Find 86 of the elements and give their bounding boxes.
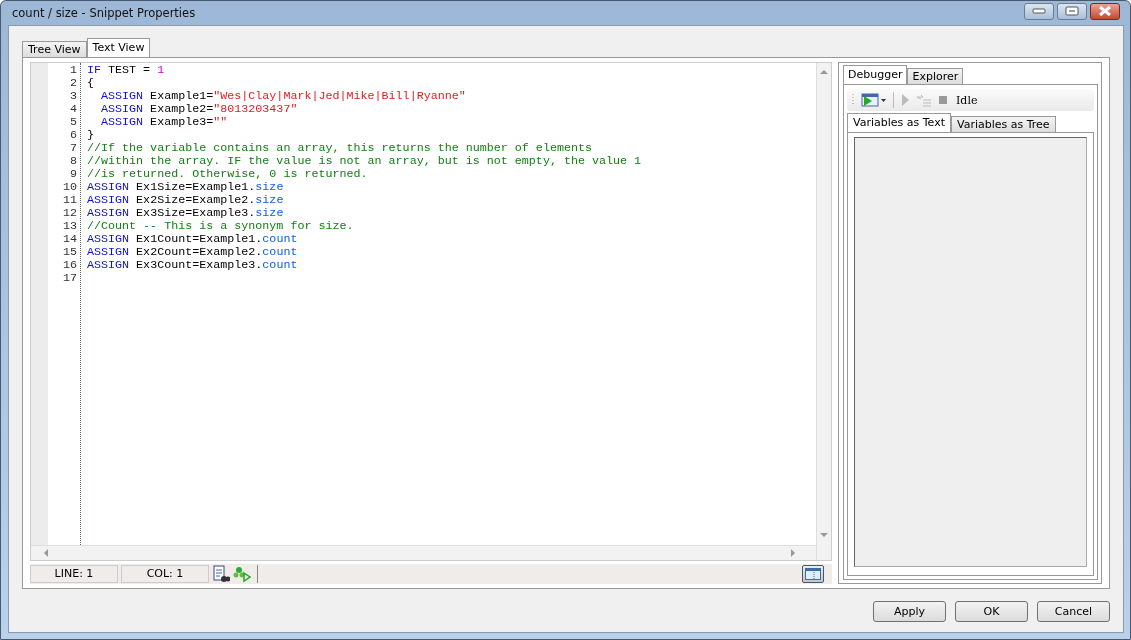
code-token: count bbox=[262, 258, 298, 272]
code-token: Ex3Size=Example3. bbox=[135, 206, 256, 220]
code-token: "8013203437" bbox=[213, 102, 298, 116]
code-token: //within the array. IF the value is not an array, but is not empty, the value 1 bbox=[87, 154, 642, 168]
layout-toggle-button[interactable] bbox=[802, 565, 824, 583]
code-token: count bbox=[262, 232, 298, 246]
code-token: //If the variable contains an array, this returns the number of elements bbox=[87, 141, 592, 155]
close-button[interactable] bbox=[1090, 2, 1120, 20]
code-token: ASSIGN bbox=[87, 258, 130, 272]
code-token: TEST = bbox=[107, 63, 152, 77]
maximize-button[interactable] bbox=[1057, 2, 1087, 20]
code-token: Ex3Count=Example3. bbox=[135, 258, 263, 272]
stop-icon[interactable] bbox=[938, 95, 948, 105]
run-window-icon bbox=[861, 92, 887, 108]
view-tab[interactable]: Tree View bbox=[22, 41, 87, 57]
side-tab[interactable]: Explorer bbox=[907, 68, 964, 84]
line-number: 9 bbox=[69, 168, 78, 181]
variables-tab[interactable]: Variables as Text bbox=[847, 113, 951, 132]
minimize-icon bbox=[1032, 8, 1046, 14]
window-title: count / size - Snippet Properties bbox=[12, 6, 197, 20]
dialog-button[interactable]: OK bbox=[955, 601, 1028, 622]
code-token: IF bbox=[87, 63, 102, 77]
code-token: ASSIGN bbox=[87, 193, 130, 207]
line-indicator: LINE: 1 bbox=[30, 565, 118, 583]
code-token: count bbox=[262, 245, 298, 259]
scroll-right-icon[interactable] bbox=[790, 549, 796, 557]
horizontal-scrollbar[interactable] bbox=[31, 545, 816, 560]
scroll-down-icon[interactable] bbox=[820, 532, 828, 538]
line-number: 15 bbox=[61, 246, 78, 259]
code-token: Example1= bbox=[149, 89, 214, 103]
code-token: ASSIGN bbox=[87, 180, 130, 194]
line-number: 16 bbox=[61, 259, 78, 272]
run-dropdown-button[interactable] bbox=[861, 92, 887, 108]
line-number: 11 bbox=[61, 194, 78, 207]
code-token: Ex1Size=Example1. bbox=[135, 180, 256, 194]
line-number: 17 bbox=[61, 272, 78, 285]
variables-tab[interactable]: Variables as Tree bbox=[951, 116, 1056, 132]
step-icon[interactable] bbox=[916, 93, 932, 107]
line-number: 12 bbox=[61, 207, 78, 220]
line-number: 8 bbox=[69, 155, 78, 168]
line-number: 5 bbox=[69, 116, 78, 129]
code-token: size bbox=[255, 180, 284, 194]
debugger-status: Idle bbox=[956, 93, 978, 107]
code-token: Ex2Count=Example2. bbox=[135, 245, 263, 259]
code-token: size bbox=[255, 206, 284, 220]
scroll-left-icon[interactable] bbox=[43, 549, 49, 557]
line-number: 1 bbox=[69, 64, 78, 77]
code-token: } bbox=[87, 128, 94, 142]
window-layout-icon bbox=[805, 568, 821, 580]
code-token: Ex2Size=Example2. bbox=[135, 193, 256, 207]
document-search-icon[interactable] bbox=[212, 565, 230, 583]
line-number: 2 bbox=[69, 77, 78, 90]
line-number: 7 bbox=[69, 142, 78, 155]
code-token: //is returned. Otherwise, 0 is returned. bbox=[87, 167, 368, 181]
code-token: ASSIGN bbox=[87, 232, 130, 246]
code-token: ASSIGN bbox=[100, 115, 144, 129]
dialog-button[interactable]: Apply bbox=[873, 601, 946, 622]
scroll-up-icon[interactable] bbox=[820, 69, 828, 75]
code-token: "Wes|Clay|Mark|Jed|Mike|Bill|Ryanne" bbox=[213, 89, 466, 103]
code-token: 1 bbox=[157, 63, 165, 77]
line-number: 3 bbox=[69, 90, 78, 103]
column-indicator: COL: 1 bbox=[121, 565, 209, 583]
line-number: 14 bbox=[61, 233, 78, 246]
view-tab[interactable]: Text View bbox=[86, 38, 151, 57]
line-number: 4 bbox=[69, 103, 78, 116]
side-tab[interactable]: Debugger bbox=[843, 65, 908, 84]
code-token: ASSIGN bbox=[87, 206, 130, 220]
code-token: ASSIGN bbox=[100, 102, 144, 116]
line-number: 13 bbox=[61, 220, 78, 233]
play-icon[interactable] bbox=[900, 93, 910, 107]
maximize-icon bbox=[1065, 6, 1079, 16]
close-icon bbox=[1098, 6, 1112, 16]
code-token: //Count -- This is a synonym for size. bbox=[87, 219, 354, 233]
code-token: "" bbox=[213, 115, 228, 129]
code-token: { bbox=[87, 76, 94, 90]
vertical-scrollbar[interactable] bbox=[816, 63, 831, 560]
code-token: Ex1Count=Example1. bbox=[135, 232, 263, 246]
line-number: 10 bbox=[61, 181, 78, 194]
code-token: size bbox=[255, 193, 284, 207]
line-number: 6 bbox=[69, 129, 78, 142]
dialog-button[interactable]: Cancel bbox=[1037, 601, 1110, 622]
code-token: Example2= bbox=[149, 102, 214, 116]
code-token: Example3= bbox=[149, 115, 214, 129]
code-token: ASSIGN bbox=[87, 245, 130, 259]
code-token: ASSIGN bbox=[100, 89, 144, 103]
minimize-button[interactable] bbox=[1024, 2, 1054, 20]
